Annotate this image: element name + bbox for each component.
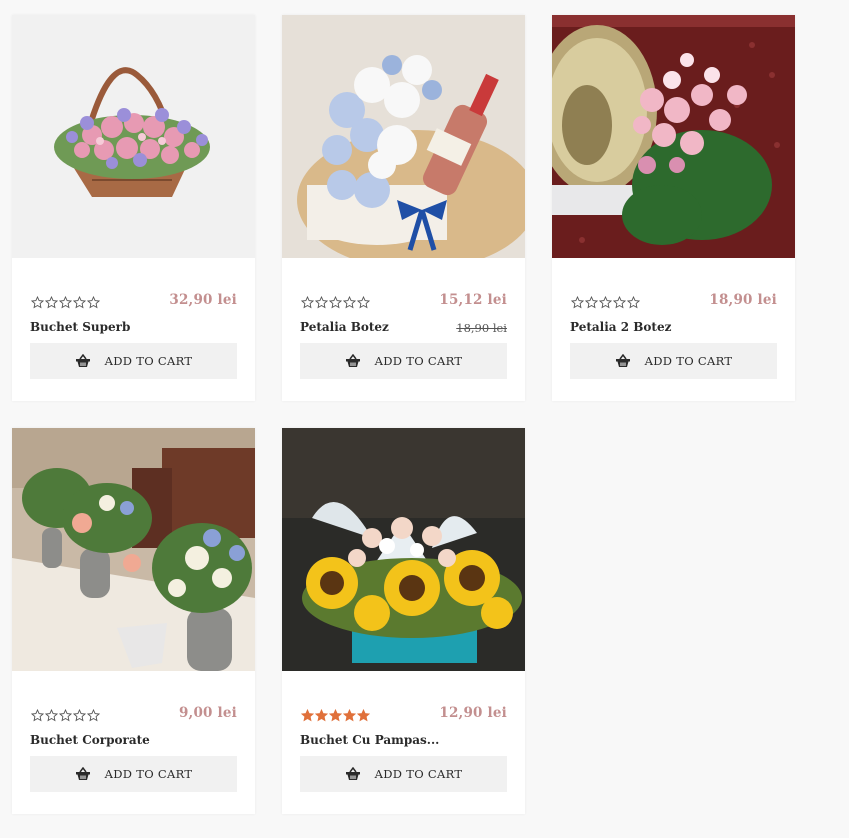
star-empty-icon — [598, 294, 613, 309]
basket-icon — [75, 353, 91, 368]
product-image[interactable] — [12, 15, 255, 258]
star-filled-icon — [356, 707, 371, 722]
add-to-cart-button[interactable]: ADD TO CART — [570, 343, 777, 379]
star-empty-icon — [30, 707, 45, 722]
star-empty-icon — [86, 294, 101, 309]
star-empty-icon — [584, 294, 599, 309]
basket-icon — [75, 766, 91, 781]
product-card: 18,90 lei Petalia 2 Botez ADD TO CART — [552, 15, 795, 401]
product-price: 15,12 lei — [439, 292, 507, 308]
product-old-price: 18,90 lei — [456, 321, 507, 335]
rating-stars — [30, 294, 101, 309]
product-card: 12,90 lei Buchet Cu Pampas... ADD TO CAR… — [282, 428, 525, 814]
product-price: 18,90 lei — [709, 292, 777, 308]
star-empty-icon — [30, 294, 45, 309]
rating-stars — [30, 707, 101, 722]
star-empty-icon — [300, 294, 315, 309]
product-name[interactable]: Petalia Botez — [300, 320, 389, 334]
product-card: 32,90 lei Buchet Superb ADD TO CART — [12, 15, 255, 401]
star-empty-icon — [58, 707, 73, 722]
product-price: 9,00 lei — [178, 705, 237, 721]
product-price: 12,90 lei — [439, 705, 507, 721]
add-to-cart-label: ADD TO CART — [104, 767, 193, 781]
product-image[interactable] — [552, 15, 795, 258]
basket-icon — [345, 353, 361, 368]
star-empty-icon — [86, 707, 101, 722]
star-filled-icon — [328, 707, 343, 722]
product-name[interactable]: Buchet Corporate — [30, 733, 150, 747]
add-to-cart-button[interactable]: ADD TO CART — [300, 756, 507, 792]
star-empty-icon — [342, 294, 357, 309]
product-image[interactable] — [12, 428, 255, 671]
rating-stars — [570, 294, 641, 309]
basket-icon — [345, 766, 361, 781]
add-to-cart-label: ADD TO CART — [644, 354, 733, 368]
add-to-cart-button[interactable]: ADD TO CART — [300, 343, 507, 379]
star-filled-icon — [342, 707, 357, 722]
product-image[interactable] — [282, 428, 525, 671]
star-empty-icon — [626, 294, 641, 309]
star-empty-icon — [72, 294, 87, 309]
add-to-cart-button[interactable]: ADD TO CART — [30, 756, 237, 792]
add-to-cart-label: ADD TO CART — [374, 767, 463, 781]
star-empty-icon — [328, 294, 343, 309]
basket-icon — [615, 353, 631, 368]
star-empty-icon — [356, 294, 371, 309]
star-empty-icon — [44, 707, 59, 722]
rating-stars — [300, 294, 371, 309]
star-empty-icon — [612, 294, 627, 309]
product-price: 32,90 lei — [169, 292, 237, 308]
product-name[interactable]: Buchet Superb — [30, 320, 130, 334]
add-to-cart-button[interactable]: ADD TO CART — [30, 343, 237, 379]
product-image[interactable] — [282, 15, 525, 258]
rating-stars — [300, 707, 371, 722]
star-empty-icon — [44, 294, 59, 309]
product-name[interactable]: Buchet Cu Pampas... — [300, 733, 439, 747]
star-empty-icon — [72, 707, 87, 722]
star-filled-icon — [300, 707, 315, 722]
star-filled-icon — [314, 707, 329, 722]
product-card: 9,00 lei Buchet Corporate ADD TO CART — [12, 428, 255, 814]
add-to-cart-label: ADD TO CART — [104, 354, 193, 368]
star-empty-icon — [58, 294, 73, 309]
add-to-cart-label: ADD TO CART — [374, 354, 463, 368]
star-empty-icon — [314, 294, 329, 309]
star-empty-icon — [570, 294, 585, 309]
product-card: 15,12 lei Petalia Botez 18,90 lei ADD TO… — [282, 15, 525, 401]
product-name[interactable]: Petalia 2 Botez — [570, 320, 671, 334]
